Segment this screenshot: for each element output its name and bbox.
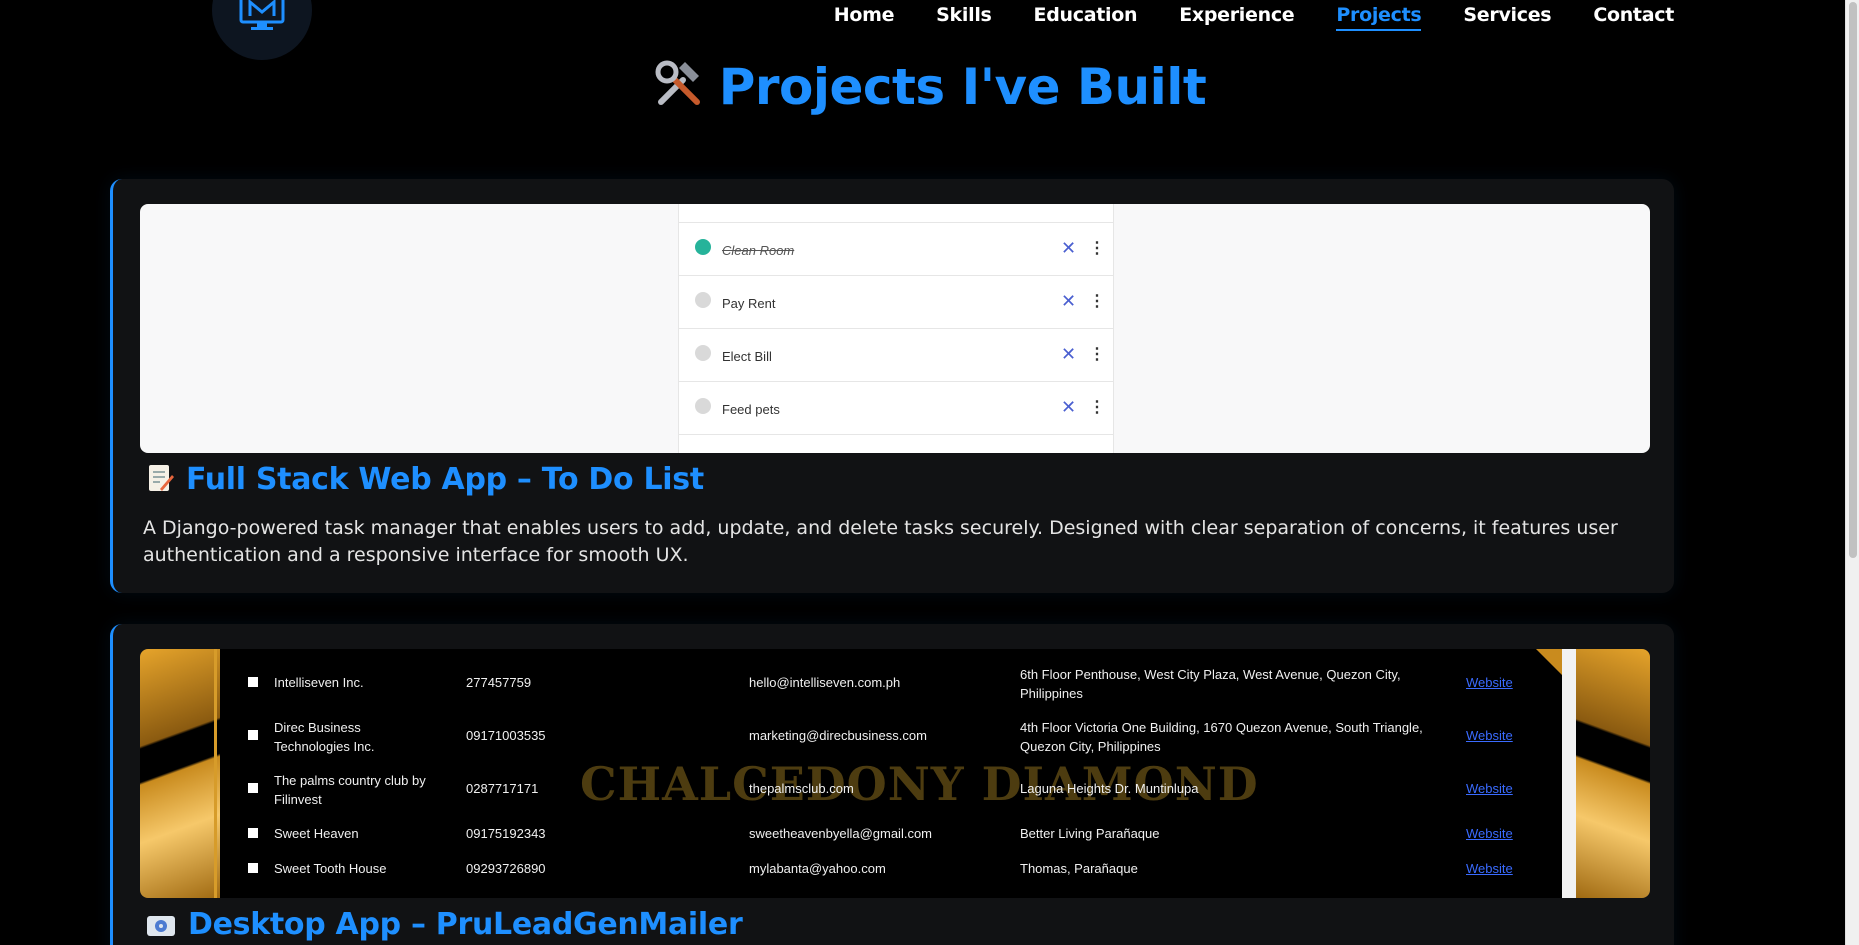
lead-email: hello@intelliseven.com.ph: [749, 675, 901, 690]
monitor-m-logo-icon: [239, 0, 285, 30]
task-check-icon: [695, 292, 711, 308]
lead-website-link: Website: [1466, 781, 1513, 796]
task-text: Pay Rent: [722, 296, 776, 311]
row-checkbox: [248, 730, 258, 740]
task-check-icon: [695, 398, 711, 414]
page-title: Projects I've Built: [0, 58, 1859, 122]
scrollbar-thumb[interactable]: [1849, 2, 1857, 558]
nav-skills[interactable]: Skills: [936, 4, 992, 31]
project-screenshot-todo: Clean Room ✕ ⋮ Pay Rent ✕ ⋮ Elect Bill ✕…: [140, 204, 1650, 453]
nav-education[interactable]: Education: [1034, 4, 1138, 31]
memo-icon: [146, 463, 174, 501]
project-title: Full Stack Web App – To Do List: [146, 462, 704, 501]
lead-name: Sweet Heaven: [274, 826, 359, 841]
gold-decoration-corner: [1536, 649, 1562, 675]
lead-email: thepalmsclub.com: [749, 781, 854, 796]
hammer-wrench-icon: [653, 58, 705, 122]
nav-services[interactable]: Services: [1463, 4, 1551, 31]
nav-experience[interactable]: Experience: [1179, 4, 1294, 31]
lead-phone: 09293726890: [466, 861, 546, 876]
lead-website-link: Website: [1466, 826, 1513, 841]
task-check-icon: [695, 345, 711, 361]
lead-website-link: Website: [1466, 675, 1513, 690]
main-nav: Home Skills Education Experience Project…: [792, 4, 1674, 31]
project-card-mailer: CHALCEDONY DIAMOND Intelliseven Inc. 277…: [110, 624, 1674, 945]
gold-divider: [214, 649, 217, 898]
close-icon: ✕: [1061, 238, 1077, 258]
scroll-track: [1562, 649, 1576, 898]
close-icon: ✕: [1061, 397, 1077, 417]
lead-name: The palms country club by Filinvest: [274, 773, 426, 807]
lead-address: Laguna Heights Dr. Muntinlupa: [1020, 781, 1199, 796]
lead-email: marketing@direcbusiness.com: [749, 728, 927, 743]
site-logo[interactable]: [212, 0, 312, 60]
kebab-menu-icon: ⋮: [1089, 399, 1105, 416]
gold-decoration-left: [140, 649, 220, 898]
lead-address: 6th Floor Penthouse, West City Plaza, We…: [1020, 667, 1401, 701]
row-checkbox: [248, 783, 258, 793]
lead-address: Thomas, Parañaque: [1020, 861, 1138, 876]
lead-website-link: Website: [1466, 861, 1513, 876]
nav-home[interactable]: Home: [834, 4, 895, 31]
project-title: Desktop App – PruLeadGenMailer: [146, 907, 743, 945]
gold-decoration-right: [1576, 649, 1650, 898]
lead-phone: 09171003535: [466, 728, 546, 743]
lead-phone: 09175192343: [466, 826, 546, 841]
lead-address: Better Living Parañaque: [1020, 826, 1160, 841]
lead-name: Direc Business Technologies Inc.: [274, 720, 375, 754]
project-screenshot-mailer: CHALCEDONY DIAMOND Intelliseven Inc. 277…: [140, 649, 1650, 898]
page-title-text: Projects I've Built: [718, 58, 1207, 116]
kebab-menu-icon: ⋮: [1089, 293, 1105, 310]
task-check-icon: [695, 239, 711, 255]
disk-icon: [146, 911, 176, 945]
close-icon: ✕: [1061, 291, 1077, 311]
project-title-text: Desktop App – PruLeadGenMailer: [188, 907, 743, 942]
lead-website-link: Website: [1466, 728, 1513, 743]
task-text: Elect Bill: [722, 349, 772, 364]
project-card-todo: Clean Room ✕ ⋮ Pay Rent ✕ ⋮ Elect Bill ✕…: [110, 179, 1674, 593]
close-icon: ✕: [1061, 344, 1077, 364]
nav-contact[interactable]: Contact: [1593, 4, 1674, 31]
project-title-text: Full Stack Web App – To Do List: [186, 462, 704, 497]
task-text: Clean Room: [722, 243, 795, 258]
row-checkbox: [248, 863, 258, 873]
page-scrollbar[interactable]: [1845, 0, 1859, 945]
lead-name: Intelliseven Inc.: [274, 675, 364, 690]
lead-email: mylabanta@yahoo.com: [749, 861, 886, 876]
list-item: [679, 204, 1113, 223]
project-description: A Django-powered task manager that enabl…: [143, 517, 1618, 566]
task-text: Feed pets: [722, 402, 780, 417]
list-item: Clean Room ✕ ⋮: [679, 223, 1113, 276]
row-checkbox: [248, 677, 258, 687]
kebab-menu-icon: ⋮: [1089, 346, 1105, 363]
nav-projects[interactable]: Projects: [1336, 4, 1422, 31]
lead-phone: 0287717171: [466, 781, 539, 796]
lead-address: 4th Floor Victoria One Building, 1670 Qu…: [1020, 720, 1423, 754]
row-checkbox: [248, 828, 258, 838]
lead-name: Sweet Tooth House: [274, 861, 387, 876]
list-item: Pay Rent ✕ ⋮: [679, 276, 1113, 329]
kebab-menu-icon: ⋮: [1089, 240, 1105, 257]
list-item: Elect Bill ✕ ⋮: [679, 329, 1113, 382]
todo-list: Clean Room ✕ ⋮ Pay Rent ✕ ⋮ Elect Bill ✕…: [678, 204, 1114, 453]
list-item: Feed pets ✕ ⋮: [679, 382, 1113, 435]
lead-email: sweetheavenbyella@gmail.com: [749, 826, 933, 841]
lead-phone: 277457759: [466, 675, 532, 690]
